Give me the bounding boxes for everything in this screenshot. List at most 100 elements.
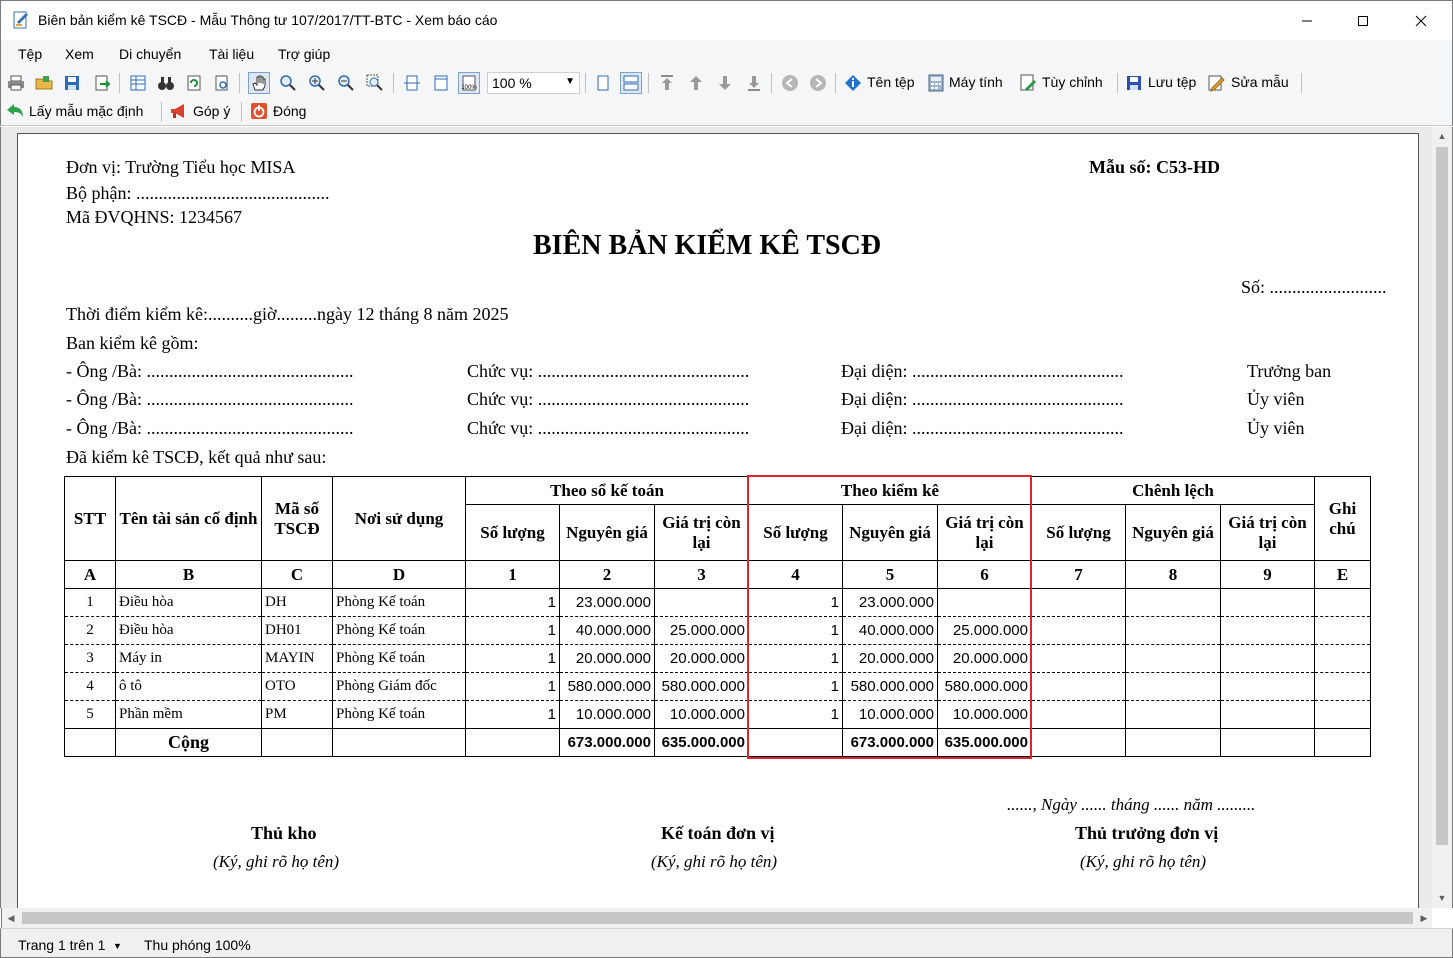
zoom-tool-button[interactable] bbox=[277, 72, 299, 94]
page-indicator[interactable]: Trang 1 trên 1 bbox=[18, 937, 105, 953]
total-count-residual: 635.000.000 bbox=[937, 728, 1032, 757]
save-file-icon bbox=[1127, 76, 1141, 90]
actual-size-button[interactable]: 100% bbox=[458, 72, 480, 94]
header-residual: Giá trị còn lại bbox=[1220, 504, 1315, 561]
forward-button[interactable] bbox=[807, 72, 829, 94]
report-title: BIÊN BẢN KIỂM KÊ TSCĐ bbox=[533, 230, 882, 261]
zoom-out-icon bbox=[338, 75, 354, 91]
table-view-button[interactable] bbox=[127, 72, 149, 94]
cell-book-qty: 1 bbox=[465, 700, 560, 729]
vertical-scroll-thumb[interactable] bbox=[1436, 147, 1448, 845]
header-cost: Nguyên giá bbox=[1125, 504, 1221, 561]
menu-document[interactable]: Tài liệu bbox=[209, 46, 254, 62]
scroll-up-icon[interactable]: ▲ bbox=[1432, 127, 1452, 145]
actual-size-icon: 100% bbox=[461, 75, 477, 91]
cell-count-residual: 20.000.000 bbox=[937, 644, 1032, 673]
undo-arrow-icon bbox=[7, 104, 23, 117]
form-number: Mẫu số: C53-HD bbox=[1089, 157, 1220, 177]
refresh-icon bbox=[187, 75, 201, 91]
page-width-icon bbox=[404, 75, 420, 91]
cell-book-cost: 580.000.000 bbox=[559, 672, 655, 701]
cell-book-qty: 1 bbox=[465, 588, 560, 617]
zoom-region-button[interactable] bbox=[364, 72, 386, 94]
single-page-icon bbox=[597, 75, 609, 91]
preview-button[interactable] bbox=[211, 72, 233, 94]
horizontal-scrollbar[interactable]: ◀ ▶ bbox=[1, 908, 1432, 928]
floppy-icon bbox=[65, 76, 79, 90]
cell-asset-name: Phần mềm bbox=[115, 700, 262, 729]
maximize-button[interactable] bbox=[1335, 1, 1391, 41]
open-button[interactable] bbox=[33, 72, 55, 94]
edit-template-button[interactable]: Sửa mẫu bbox=[1231, 74, 1289, 90]
cell-asset-name: ô tô bbox=[115, 672, 262, 701]
menu-navigate[interactable]: Di chuyển bbox=[119, 46, 181, 62]
next-page-button[interactable] bbox=[714, 72, 736, 94]
cell-book-qty: 1 bbox=[465, 616, 560, 645]
member-representative: Đại diện: ..............................… bbox=[841, 418, 1124, 438]
scroll-left-icon[interactable]: ◀ bbox=[2, 908, 20, 928]
find-button[interactable] bbox=[155, 72, 177, 94]
diamond-info-icon bbox=[845, 75, 861, 91]
multi-page-button[interactable] bbox=[620, 72, 642, 94]
save-file-button[interactable]: Lưu tệp bbox=[1148, 74, 1196, 90]
zoom-select[interactable]: 100 % ▼ bbox=[487, 72, 580, 94]
page-width-button[interactable] bbox=[401, 72, 423, 94]
minimize-button[interactable] bbox=[1279, 1, 1335, 41]
export-button[interactable] bbox=[91, 72, 113, 94]
horizontal-scroll-thumb[interactable] bbox=[22, 912, 1413, 924]
menu-file[interactable]: Tệp bbox=[18, 46, 42, 62]
chevron-down-icon[interactable]: ▼ bbox=[113, 941, 122, 951]
window-title: Biên bản kiểm kê TSCĐ - Mẫu Thông tư 107… bbox=[38, 12, 498, 28]
scroll-down-icon[interactable]: ▼ bbox=[1432, 889, 1452, 907]
cell-book-residual: 25.000.000 bbox=[654, 616, 749, 645]
cell-asset-code: MAYIN bbox=[261, 644, 333, 673]
power-icon bbox=[251, 103, 267, 119]
signature-hint: (Ký, ghi rõ họ tên) bbox=[1080, 852, 1207, 871]
cell-asset-name: Điều hòa bbox=[115, 616, 262, 645]
refresh-button[interactable] bbox=[183, 72, 205, 94]
menu-help[interactable]: Trợ giúp bbox=[278, 46, 330, 62]
default-template-button[interactable]: Lấy mẫu mặc định bbox=[29, 103, 143, 119]
customize-button[interactable]: Tùy chỉnh bbox=[1042, 74, 1103, 90]
committee-label: Ban kiểm kê gồm: bbox=[66, 333, 199, 353]
table-row: 5 Phần mềm PM Phòng Kế toán 1 10.000.000… bbox=[64, 700, 1371, 729]
back-button[interactable] bbox=[779, 72, 801, 94]
save-button[interactable] bbox=[61, 72, 83, 94]
feedback-button[interactable]: Góp ý bbox=[193, 103, 230, 119]
cell-stt: 2 bbox=[64, 616, 116, 645]
megaphone-icon bbox=[171, 104, 184, 118]
menu-view[interactable]: Xem bbox=[65, 46, 94, 62]
cell-count-cost: 580.000.000 bbox=[842, 672, 938, 701]
close-report-button[interactable]: Đóng bbox=[273, 103, 306, 119]
total-book-residual: 635.000.000 bbox=[654, 728, 749, 757]
zoom-in-button[interactable] bbox=[306, 72, 328, 94]
hand-tool-button[interactable] bbox=[248, 72, 270, 94]
file-name-button[interactable]: Tên tệp bbox=[867, 74, 914, 90]
budget-code-line: Mã ĐVQHNS: 1234567 bbox=[66, 207, 243, 227]
circle-right-icon bbox=[810, 75, 826, 91]
cell-asset-name: Máy in bbox=[115, 644, 262, 673]
cell-count-qty: 1 bbox=[748, 700, 843, 729]
last-page-button[interactable] bbox=[743, 72, 765, 94]
cell-count-cost: 23.000.000 bbox=[842, 588, 938, 617]
calculator-button[interactable]: Máy tính bbox=[949, 74, 1003, 90]
close-window-button[interactable] bbox=[1393, 1, 1449, 41]
whole-page-button[interactable] bbox=[430, 72, 452, 94]
arrow-bottom-icon bbox=[748, 76, 760, 91]
header-qty: Số lượng bbox=[1031, 504, 1126, 561]
first-page-button[interactable] bbox=[656, 72, 678, 94]
previous-page-button[interactable] bbox=[685, 72, 707, 94]
cell-book-residual: 20.000.000 bbox=[654, 644, 749, 673]
cell-location: Phòng Kế toán bbox=[332, 700, 466, 729]
report-viewport[interactable]: Đơn vị: Trường Tiểu học MISA Bộ phận: ..… bbox=[0, 127, 1453, 913]
zoom-region-icon bbox=[366, 74, 383, 91]
col-code: 9 bbox=[1220, 560, 1315, 589]
table-icon bbox=[130, 75, 146, 91]
single-page-button[interactable] bbox=[592, 72, 614, 94]
scroll-right-icon[interactable]: ▶ bbox=[1415, 908, 1433, 928]
cell-book-qty: 1 bbox=[465, 672, 560, 701]
vertical-scrollbar[interactable]: ▲ ▼ bbox=[1432, 127, 1452, 908]
total-book-cost: 673.000.000 bbox=[559, 728, 655, 757]
print-button[interactable] bbox=[5, 72, 27, 94]
zoom-out-button[interactable] bbox=[335, 72, 357, 94]
